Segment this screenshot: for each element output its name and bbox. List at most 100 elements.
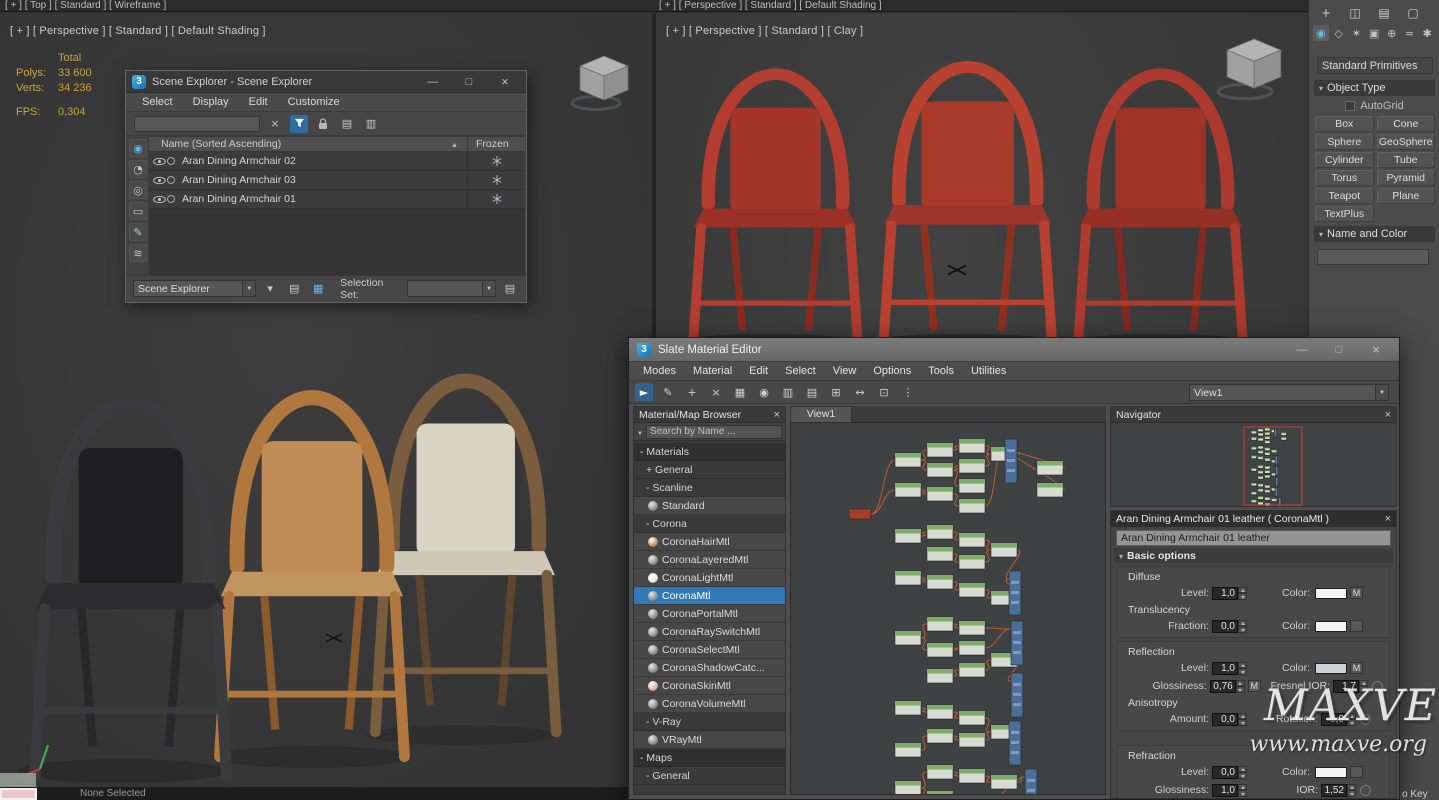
tab-view1[interactable]: View1	[790, 406, 852, 422]
menu-edit[interactable]: Edit	[249, 96, 268, 108]
geometry-icon[interactable]: ◉	[1313, 25, 1329, 41]
browser-group--general[interactable]: - General	[634, 767, 785, 785]
browser-item-coronalayeredmtl[interactable]: CoronaLayeredMtl	[634, 551, 785, 569]
menu-options[interactable]: Options	[873, 365, 911, 377]
browser-item-coronamtl[interactable]: CoronaMtl	[634, 587, 785, 605]
diffuse-level-spinner[interactable]: 1,0	[1212, 587, 1247, 600]
browser-group--general[interactable]: + General	[634, 461, 785, 479]
chevron-down-icon[interactable]	[482, 281, 495, 296]
viewport-label[interactable]: [ + ] [ Perspective ] [ Standard ] [ Def…	[10, 25, 266, 37]
button-cylinder[interactable]: Cylinder	[1315, 152, 1374, 168]
basic-options-rollout[interactable]: Basic options	[1114, 548, 1393, 563]
frozen-snowflake-icon[interactable]	[467, 190, 525, 208]
browser-group--v-ray[interactable]: - V-Ray	[634, 713, 785, 731]
waves-icon[interactable]: ≋	[129, 244, 147, 262]
menu-select[interactable]: Select	[785, 365, 816, 377]
layers-icon[interactable]: ▤	[285, 280, 303, 298]
diffuse-map-button[interactable]: M	[1350, 587, 1363, 599]
object-type-rollout[interactable]: Object Type	[1314, 80, 1435, 96]
select-icon[interactable]: ◉	[129, 139, 147, 157]
ior-lock-button[interactable]	[1360, 785, 1371, 796]
browser-item-coronashadowcatc-[interactable]: CoronaShadowCatc...	[634, 659, 785, 677]
browser-item-coronarayswitchmtl[interactable]: CoronaRaySwitchMtl	[634, 623, 785, 641]
material-editor-titlebar[interactable]: 3 Slate Material Editor	[629, 338, 1399, 362]
object-name-field[interactable]	[1317, 249, 1429, 265]
cameras-icon[interactable]: ▣	[1366, 25, 1382, 41]
circle-icon[interactable]: ◎	[129, 181, 147, 199]
rotation-spinner[interactable]: 0,0	[1321, 713, 1356, 726]
spacewarps-icon[interactable]: ≈	[1402, 25, 1418, 41]
pan-icon[interactable]: ↔	[851, 383, 869, 401]
browser-root--materials[interactable]: - Materials	[634, 443, 785, 461]
delete-icon[interactable]: ×	[707, 383, 725, 401]
menu-select[interactable]: Select	[142, 96, 173, 108]
browser-root--maps[interactable]: - Maps	[634, 749, 785, 767]
browser-item-coronavolumemtl[interactable]: CoronaVolumeMtl	[634, 695, 785, 713]
select-arrow-icon[interactable]: ►	[635, 383, 653, 401]
rotation-lock-button[interactable]	[1360, 714, 1371, 725]
glossiness-map-button[interactable]: M	[1248, 680, 1261, 692]
visibility-eye-icon[interactable]	[149, 157, 167, 166]
viewcube[interactable]	[1216, 35, 1292, 101]
display-list-icon[interactable]: ▥	[362, 115, 380, 133]
amount-spinner[interactable]: 0,0	[1212, 713, 1247, 726]
button-plane[interactable]: Plane	[1377, 188, 1436, 204]
scene-icon[interactable]: ◫	[1346, 4, 1364, 22]
refraction-color-swatch[interactable]	[1315, 767, 1347, 778]
browser-item-vraymtl[interactable]: VRayMtl	[634, 731, 785, 749]
reflection-level-spinner[interactable]: 1,0	[1212, 662, 1247, 675]
zoom-region-icon[interactable]: ⊡	[875, 383, 893, 401]
scene-explorer-titlebar[interactable]: 3 Scene Explorer - Scene Explorer	[126, 71, 526, 93]
menu-modes[interactable]: Modes	[643, 365, 676, 377]
menu-display[interactable]: Display	[193, 96, 229, 108]
close-icon[interactable]	[774, 409, 780, 421]
button-pyramid[interactable]: Pyramid	[1377, 170, 1436, 186]
color-swatch-fragment[interactable]	[0, 788, 37, 800]
close-icon[interactable]	[1361, 342, 1391, 357]
browser-item-coronaskinmtl[interactable]: CoronaSkinMtl	[634, 677, 785, 695]
filter-icon[interactable]	[290, 115, 308, 133]
material-title-bar[interactable]: Aran Dining Armchair 01 leather ( Corona…	[1111, 511, 1396, 527]
autogrid-checkbox[interactable]	[1345, 101, 1355, 111]
selection-set-combo[interactable]	[407, 280, 496, 297]
button-sphere[interactable]: Sphere	[1315, 134, 1374, 150]
zoom-icon[interactable]: ⊞	[827, 383, 845, 401]
show-map-icon[interactable]: ▦	[731, 383, 749, 401]
fresnel-ior-spinner[interactable]: 1,7	[1333, 680, 1368, 693]
menu-edit[interactable]: Edit	[749, 365, 768, 377]
auto-key-button-fragment[interactable]: o Key	[1402, 789, 1428, 800]
button-geosphere[interactable]: GeoSphere	[1377, 134, 1436, 150]
view-selector-combo[interactable]: View1	[1189, 384, 1389, 401]
edit-icon[interactable]: ✎	[129, 223, 147, 241]
refraction-map-button[interactable]	[1350, 766, 1363, 778]
refraction-glossiness-spinner[interactable]: 1,0	[1212, 784, 1247, 797]
viewcube[interactable]	[570, 53, 638, 111]
sheet-icon[interactable]: ▤	[501, 280, 519, 298]
browser-item-coronaselectmtl[interactable]: CoronaSelectMtl	[634, 641, 785, 659]
translucency-map-button[interactable]	[1350, 620, 1363, 632]
column-name[interactable]: Name (Sorted Ascending)	[149, 138, 451, 150]
button-teapot[interactable]: Teapot	[1315, 188, 1374, 204]
browser-item-coronalightmtl[interactable]: CoronaLightMtl	[634, 569, 785, 587]
close-icon[interactable]	[1385, 409, 1391, 421]
table-row[interactable]: Aran Dining Armchair 02	[149, 152, 525, 171]
fresnel-lock-button[interactable]	[1372, 681, 1383, 692]
pick-material-icon[interactable]: ✎	[659, 383, 677, 401]
options-icon[interactable]: ⋮	[899, 383, 917, 401]
column-frozen[interactable]: Frozen	[467, 137, 525, 151]
viewport-label-mid-clipped[interactable]: [ + ] [ Perspective ] [ Standard ] [ Def…	[659, 0, 882, 11]
clear-search-icon[interactable]: ×	[266, 115, 284, 133]
browser-group--scanline[interactable]: - Scanline	[634, 479, 785, 497]
frozen-snowflake-icon[interactable]	[467, 152, 525, 170]
browser-item-standard[interactable]: Standard	[634, 497, 785, 515]
button-textplus[interactable]: TextPlus	[1315, 206, 1374, 222]
menu-customize[interactable]: Customize	[288, 96, 340, 108]
viewport-label-top-clipped[interactable]: [ + ] [ Top ] [ Standard ] [ Wireframe ]	[5, 0, 166, 11]
show-result-icon[interactable]: ◉	[755, 383, 773, 401]
lights-icon[interactable]: ✶	[1348, 25, 1364, 41]
navigator-header[interactable]: Navigator	[1111, 407, 1396, 423]
ior-spinner[interactable]: 1,52	[1321, 784, 1356, 797]
add-icon[interactable]: +	[1317, 4, 1335, 22]
menu-material[interactable]: Material	[693, 365, 732, 377]
chevron-down-icon[interactable]	[242, 281, 255, 296]
